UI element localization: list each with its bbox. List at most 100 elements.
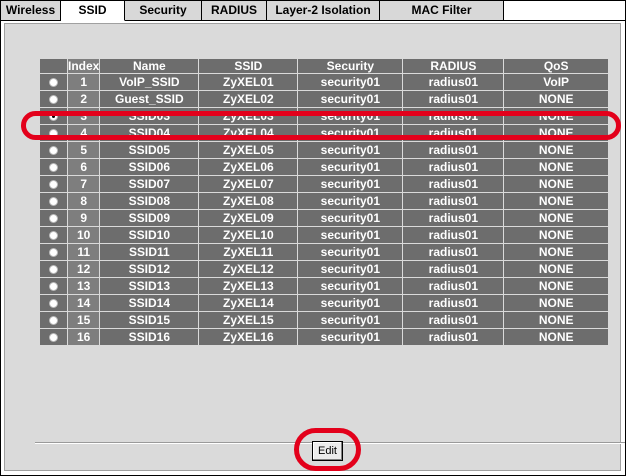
ssid-table-container: Index Name SSID Security RADIUS QoS 1 VoI… — [39, 58, 609, 346]
cell-name: SSID06 — [99, 158, 200, 176]
table-row[interactable]: 2 Guest_SSID ZyXEL02 security01 radius01 NONE — [39, 90, 609, 108]
row-radio-button[interactable] — [49, 282, 58, 292]
edit-button[interactable]: Edit — [312, 441, 343, 461]
window-frame: Wireless SSID Security RADIUS Layer-2 Is… — [0, 0, 626, 476]
table-row[interactable]: 10 SSID10 ZyXEL10 security01 radius01 NONE — [39, 226, 609, 244]
row-select-cell — [39, 209, 68, 227]
table-row[interactable]: 14 SSID14 ZyXEL14 security01 radius01 NONE — [39, 294, 609, 312]
cell-security: security01 — [297, 260, 404, 278]
tab-ssid[interactable]: SSID — [61, 1, 125, 21]
cell-radius: radius01 — [402, 73, 505, 91]
cell-radius: radius01 — [402, 328, 505, 346]
cell-qos: NONE — [503, 294, 609, 312]
row-select-cell — [39, 226, 68, 244]
cell-index: 7 — [66, 175, 101, 193]
row-select-cell — [39, 277, 68, 295]
cell-radius: radius01 — [402, 192, 505, 210]
cell-radius: radius01 — [402, 107, 505, 125]
cell-name: SSID07 — [99, 175, 200, 193]
cell-security: security01 — [297, 175, 404, 193]
table-row[interactable]: 6 SSID06 ZyXEL06 security01 radius01 NONE — [39, 158, 609, 176]
column-header-radius: RADIUS — [402, 58, 505, 74]
table-row[interactable]: 4 SSID04 ZyXEL04 security01 radius01 NONE — [39, 124, 609, 142]
cell-security: security01 — [297, 277, 404, 295]
table-row[interactable]: 16 SSID16 ZyXEL16 security01 radius01 NONE — [39, 328, 609, 346]
cell-index: 1 — [66, 73, 101, 91]
cell-name: SSID03 — [99, 107, 200, 125]
table-row[interactable]: 7 SSID07 ZyXEL07 security01 radius01 NONE — [39, 175, 609, 193]
table-row[interactable]: 5 SSID05 ZyXEL05 security01 radius01 NONE — [39, 141, 609, 159]
row-radio-button[interactable] — [49, 197, 58, 207]
tab-radius[interactable]: RADIUS — [202, 1, 267, 21]
column-header-ssid: SSID — [198, 58, 299, 74]
row-radio-button[interactable] — [49, 78, 58, 88]
cell-ssid: ZyXEL08 — [198, 192, 299, 210]
cell-qos: NONE — [503, 158, 609, 176]
row-radio-button[interactable] — [49, 95, 58, 105]
cell-ssid: ZyXEL07 — [198, 175, 299, 193]
cell-ssid: ZyXEL14 — [198, 294, 299, 312]
cell-qos: VoIP — [503, 73, 609, 91]
row-radio-button[interactable] — [49, 248, 58, 258]
tab-security[interactable]: Security — [125, 1, 202, 21]
ssid-panel: Index Name SSID Security RADIUS QoS 1 VoI… — [4, 23, 625, 471]
row-radio-button[interactable] — [49, 333, 58, 343]
cell-qos: NONE — [503, 141, 609, 159]
cell-radius: radius01 — [402, 124, 505, 142]
row-radio-button[interactable] — [49, 316, 58, 326]
cell-index: 6 — [66, 158, 101, 176]
row-radio-button[interactable] — [49, 112, 58, 122]
cell-radius: radius01 — [402, 277, 505, 295]
table-row[interactable]: 11 SSID11 ZyXEL11 security01 radius01 NONE — [39, 243, 609, 261]
row-radio-button[interactable] — [49, 180, 58, 190]
row-radio-button[interactable] — [49, 214, 58, 224]
table-row[interactable]: 13 SSID13 ZyXEL13 security01 radius01 NONE — [39, 277, 609, 295]
cell-radius: radius01 — [402, 260, 505, 278]
table-row[interactable]: 12 SSID12 ZyXEL12 security01 radius01 NONE — [39, 260, 609, 278]
row-radio-button[interactable] — [49, 265, 58, 275]
cell-name: SSID15 — [99, 311, 200, 329]
cell-index: 3 — [66, 107, 101, 125]
table-row[interactable]: 1 VoIP_SSID ZyXEL01 security01 radius01 VoIP — [39, 73, 609, 91]
cell-radius: radius01 — [402, 226, 505, 244]
cell-index: 5 — [66, 141, 101, 159]
row-select-cell — [39, 141, 68, 159]
tab-wireless[interactable]: Wireless — [1, 1, 61, 21]
row-select-cell — [39, 294, 68, 312]
cell-security: security01 — [297, 158, 404, 176]
row-radio-button[interactable] — [49, 299, 58, 309]
cell-index: 4 — [66, 124, 101, 142]
cell-radius: radius01 — [402, 294, 505, 312]
row-radio-button[interactable] — [49, 129, 58, 139]
ssid-table-body: 1 VoIP_SSID ZyXEL01 security01 radius01 VoIP 2… — [39, 73, 609, 346]
cell-radius: radius01 — [402, 141, 505, 159]
cell-qos: NONE — [503, 124, 609, 142]
cell-security: security01 — [297, 141, 404, 159]
cell-name: SSID04 — [99, 124, 200, 142]
tab-mac-filter[interactable]: MAC Filter — [380, 1, 504, 21]
row-radio-button[interactable] — [49, 231, 58, 241]
cell-security: security01 — [297, 192, 404, 210]
cell-security: security01 — [297, 294, 404, 312]
column-header-index: Index — [66, 58, 101, 74]
cell-ssid: ZyXEL10 — [198, 226, 299, 244]
table-row[interactable]: 8 SSID08 ZyXEL08 security01 radius01 NONE — [39, 192, 609, 210]
cell-ssid: ZyXEL15 — [198, 311, 299, 329]
table-row[interactable]: 3 SSID03 ZyXEL03 security01 radius01 NONE — [39, 107, 609, 125]
table-row[interactable]: 15 SSID15 ZyXEL15 security01 radius01 NONE — [39, 311, 609, 329]
cell-index: 13 — [66, 277, 101, 295]
row-select-cell — [39, 260, 68, 278]
cell-qos: NONE — [503, 192, 609, 210]
row-radio-button[interactable] — [49, 163, 58, 173]
table-header-row: Index Name SSID Security RADIUS QoS — [39, 58, 609, 74]
row-radio-button[interactable] — [49, 146, 58, 156]
cell-ssid: ZyXEL02 — [198, 90, 299, 108]
column-header-security: Security — [297, 58, 404, 74]
tab-layer2-isolation[interactable]: Layer-2 Isolation — [267, 1, 380, 21]
cell-security: security01 — [297, 124, 404, 142]
table-row[interactable]: 9 SSID09 ZyXEL09 security01 radius01 NONE — [39, 209, 609, 227]
cell-ssid: ZyXEL13 — [198, 277, 299, 295]
column-header-select — [39, 58, 68, 74]
cell-qos: NONE — [503, 90, 609, 108]
row-select-cell — [39, 328, 68, 346]
